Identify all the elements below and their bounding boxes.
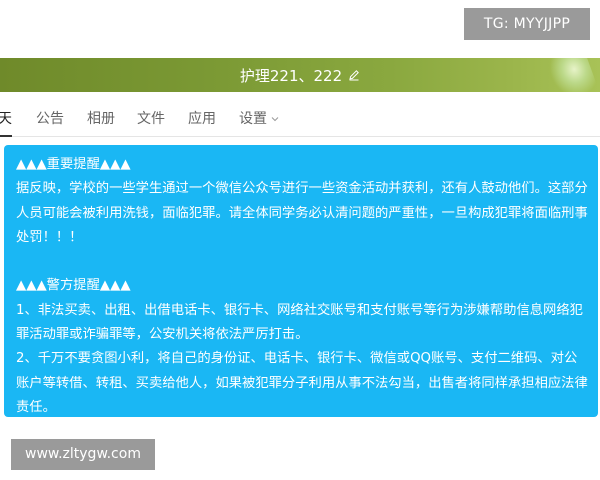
group-title: 护理221、222 — [239, 66, 343, 85]
pencil-icon[interactable] — [348, 69, 360, 81]
tab-apps[interactable]: 应用 — [188, 108, 216, 128]
tab-settings[interactable]: 设置 — [239, 108, 279, 128]
tab-announcements[interactable]: 公告 — [36, 108, 64, 128]
chevron-down-icon — [271, 117, 279, 122]
announcement-panel: ▲▲▲重要提醒▲▲▲ 据反映，学校的一些学生通过一个微信公众号进行一些资金活动并… — [4, 145, 598, 417]
group-header-bar: 护理221、222 — [0, 58, 600, 92]
group-title-row: 护理221、222 — [0, 58, 600, 92]
tab-settings-label: 设置 — [239, 111, 267, 127]
notice-body-important: 据反映，学校的一些学生通过一个微信公众号进行一些资金活动并获利，还有人鼓动他们。… — [16, 181, 588, 245]
tab-chat[interactable]: 天 — [0, 108, 12, 137]
group-tabs: 天 公告 相册 文件 应用 设置 — [0, 100, 600, 137]
tab-files[interactable]: 文件 — [137, 108, 165, 128]
watermark-top-badge: TG: MYYJJPP — [464, 8, 590, 40]
notice-heading-important: ▲▲▲重要提醒▲▲▲ — [16, 157, 131, 172]
tab-album[interactable]: 相册 — [87, 108, 115, 128]
notice-spacer — [16, 250, 590, 274]
notice-item-2: 2、千万不要贪图小利，将自己的身份证、电话卡、银行卡、微信或QQ账号、支付二维码… — [16, 351, 588, 415]
watermark-bottom-badge: www.zltygw.com — [11, 439, 155, 470]
notice-item-1: 1、非法买卖、出租、出借电话卡、银行卡、网络社交账号和支付账号等行为涉嫌帮助信息… — [16, 302, 583, 343]
notice-heading-police: ▲▲▲警方提醒▲▲▲ — [16, 278, 131, 294]
